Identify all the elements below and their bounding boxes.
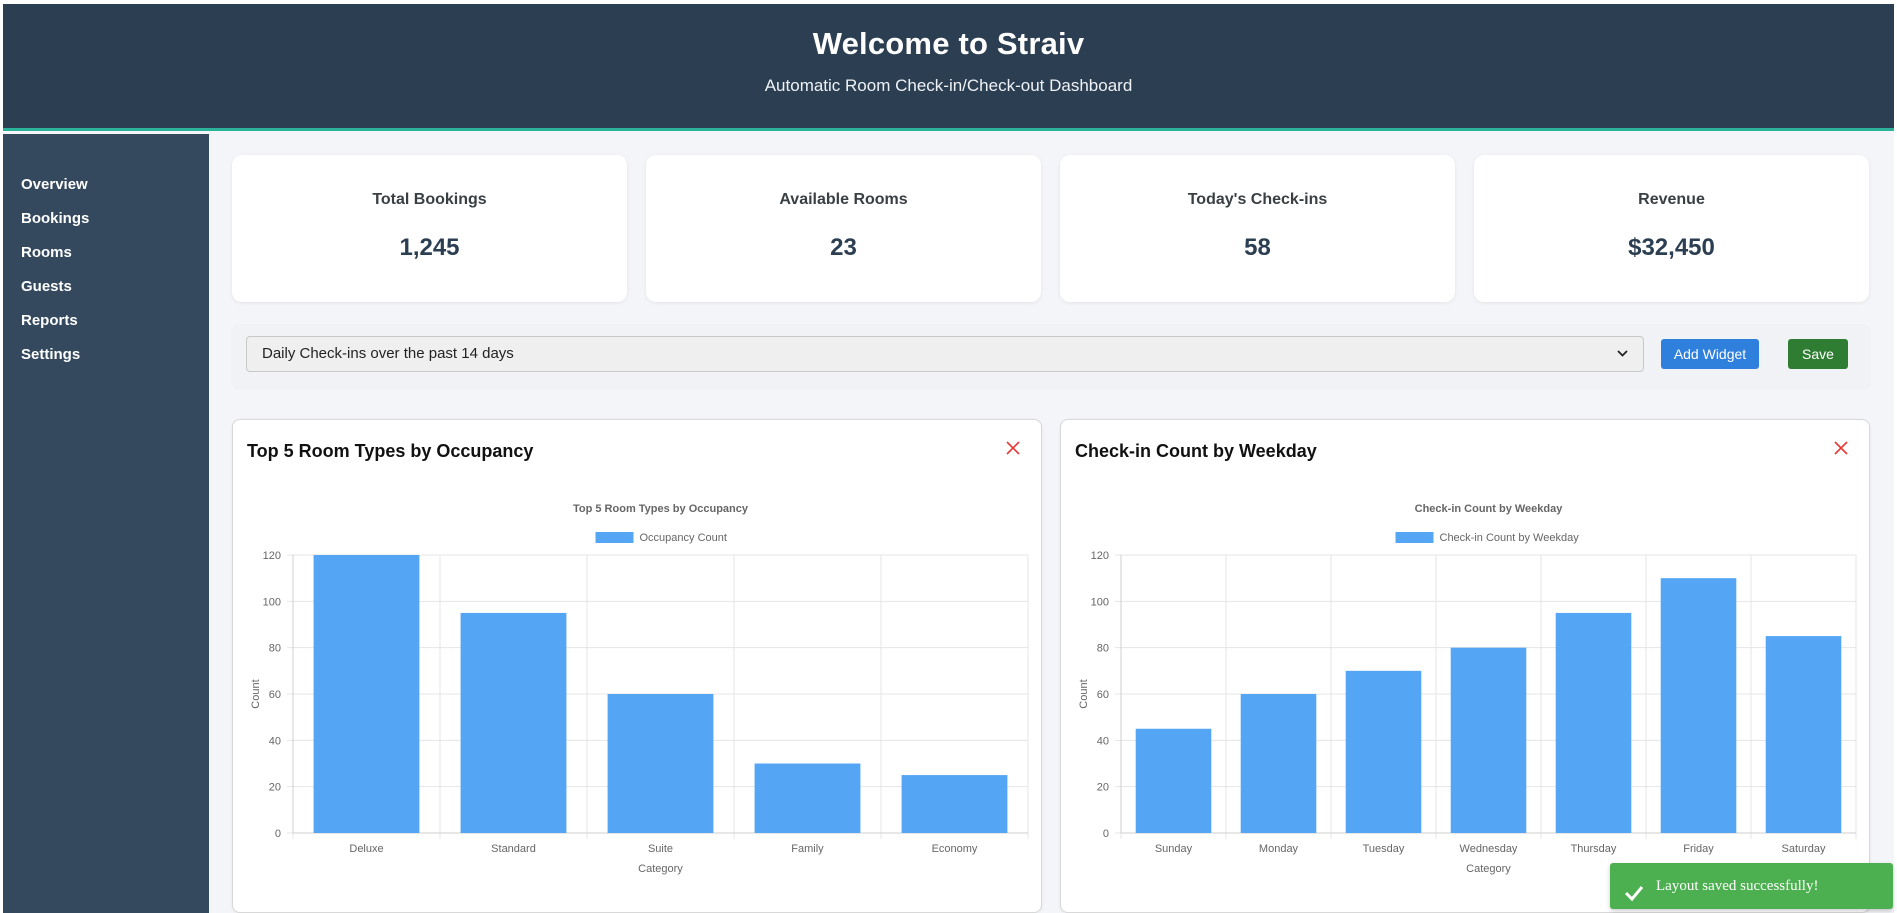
x-tick-label: Tuesday xyxy=(1363,843,1405,855)
stat-card-revenue: Revenue $32,450 xyxy=(1474,155,1869,302)
bar-family xyxy=(754,763,861,833)
x-tick-label: Suite xyxy=(648,843,673,855)
page-title: Welcome to Straiv xyxy=(812,26,1085,61)
x-tick-label: Deluxe xyxy=(349,843,383,855)
y-tick-label: 100 xyxy=(1091,596,1109,608)
chevron-down-icon xyxy=(1616,337,1629,384)
x-axis-title: Category xyxy=(1466,863,1511,875)
stat-label: Total Bookings xyxy=(372,191,487,208)
legend-label: Check-in Count by Weekday xyxy=(1440,532,1580,544)
stat-value: 58 xyxy=(1244,234,1271,261)
x-tick-label: Sunday xyxy=(1155,843,1193,855)
widget-title: Check-in Count by Weekday xyxy=(1075,441,1317,461)
bar-deluxe xyxy=(313,555,420,833)
y-tick-label: 80 xyxy=(269,643,281,655)
widget-title: Top 5 Room Types by Occupancy xyxy=(247,441,534,461)
bar-friday xyxy=(1660,578,1737,833)
sidebar-item-overview[interactable]: Overview xyxy=(3,168,209,202)
add-widget-button[interactable]: Add Widget xyxy=(1661,339,1759,369)
sidebar-item-rooms[interactable]: Rooms xyxy=(3,236,209,270)
x-tick-label: Thursday xyxy=(1571,843,1617,855)
y-tick-label: 120 xyxy=(263,550,281,562)
y-tick-label: 60 xyxy=(1097,689,1109,701)
stat-label: Available Rooms xyxy=(779,191,908,208)
y-tick-label: 40 xyxy=(1097,735,1109,747)
y-axis-title: Count xyxy=(1078,679,1090,708)
bar-monday xyxy=(1240,694,1317,833)
y-tick-label: 40 xyxy=(269,735,281,747)
bar-wednesday xyxy=(1450,647,1527,833)
bar-chart-weekday: Check-in Count by Weekday Check-in Count … xyxy=(1078,503,1857,875)
y-tick-label: 20 xyxy=(269,782,281,794)
x-tick-label: Economy xyxy=(932,843,978,855)
y-tick-label: 80 xyxy=(1097,643,1109,655)
page-subtitle: Automatic Room Check-in/Check-out Dashbo… xyxy=(764,76,1133,95)
bar-tuesday xyxy=(1345,670,1422,833)
widget-room-types: Top 5 Room Types by Occupancy Top 5 Room… xyxy=(232,419,1042,913)
stat-label: Revenue xyxy=(1638,191,1705,208)
app-frame: Welcome to Straiv Automatic Room Check-i… xyxy=(3,4,1894,913)
toast-message: Layout saved successfully! xyxy=(1656,878,1819,894)
stat-card-todays-checkins: Today's Check-ins 58 xyxy=(1060,155,1455,302)
widget-checkins-weekday: Check-in Count by Weekday Check-in Count… xyxy=(1060,419,1870,913)
stat-card-available-rooms: Available Rooms 23 xyxy=(646,155,1041,302)
y-tick-label: 20 xyxy=(1097,782,1109,794)
toast-notification: Layout saved successfully! xyxy=(1610,863,1893,909)
sidebar: Overview Bookings Rooms Guests Reports S… xyxy=(3,134,209,913)
page-header: Welcome to Straiv Automatic Room Check-i… xyxy=(3,4,1894,131)
legend-swatch xyxy=(595,532,634,543)
bar-chart-room-types: Top 5 Room Types by Occupancy Occupancy C… xyxy=(250,503,1029,875)
x-tick-label: Monday xyxy=(1259,843,1299,855)
legend-label: Occupancy Count xyxy=(640,532,727,544)
x-tick-label: Family xyxy=(791,843,824,855)
chart-title: Top 5 Room Types by Occupancy xyxy=(573,503,749,515)
stat-label: Today's Check-ins xyxy=(1187,191,1328,208)
x-axis-title: Category xyxy=(638,863,683,875)
widget-controls: Daily Check-ins over the past 14 days Ad… xyxy=(231,324,1871,390)
y-tick-label: 0 xyxy=(275,828,281,840)
bar-suite xyxy=(607,694,714,833)
y-axis-title: Count xyxy=(250,679,262,708)
y-tick-label: 0 xyxy=(1103,828,1109,840)
save-button[interactable]: Save xyxy=(1788,339,1848,369)
sidebar-item-guests[interactable]: Guests xyxy=(3,270,209,304)
x-tick-label: Standard xyxy=(491,843,536,855)
x-tick-label: Friday xyxy=(1683,843,1714,855)
stat-value: 1,245 xyxy=(399,234,460,261)
close-icon[interactable] xyxy=(1831,438,1851,458)
sidebar-item-reports[interactable]: Reports xyxy=(3,304,209,338)
x-tick-label: Saturday xyxy=(1781,843,1826,855)
bar-standard xyxy=(460,612,567,833)
y-tick-label: 120 xyxy=(1091,550,1109,562)
stat-value: $32,450 xyxy=(1628,234,1715,261)
check-icon xyxy=(1624,876,1644,913)
bar-saturday xyxy=(1765,636,1842,833)
close-icon[interactable] xyxy=(1003,438,1023,458)
stat-card-total-bookings: Total Bookings 1,245 xyxy=(232,155,627,302)
stat-value: 23 xyxy=(830,234,857,261)
x-tick-label: Wednesday xyxy=(1460,843,1518,855)
legend-swatch xyxy=(1395,532,1434,543)
sidebar-item-bookings[interactable]: Bookings xyxy=(3,202,209,236)
y-tick-label: 100 xyxy=(263,596,281,608)
bar-thursday xyxy=(1555,612,1632,833)
bar-sunday xyxy=(1135,728,1212,833)
bar-economy xyxy=(901,775,1008,833)
y-tick-label: 60 xyxy=(269,689,281,701)
sidebar-item-settings[interactable]: Settings xyxy=(3,338,209,372)
widget-select[interactable]: Daily Check-ins over the past 14 days xyxy=(246,336,1644,372)
chart-title: Check-in Count by Weekday xyxy=(1415,503,1564,515)
widget-select-value: Daily Check-ins over the past 14 days xyxy=(262,345,514,362)
